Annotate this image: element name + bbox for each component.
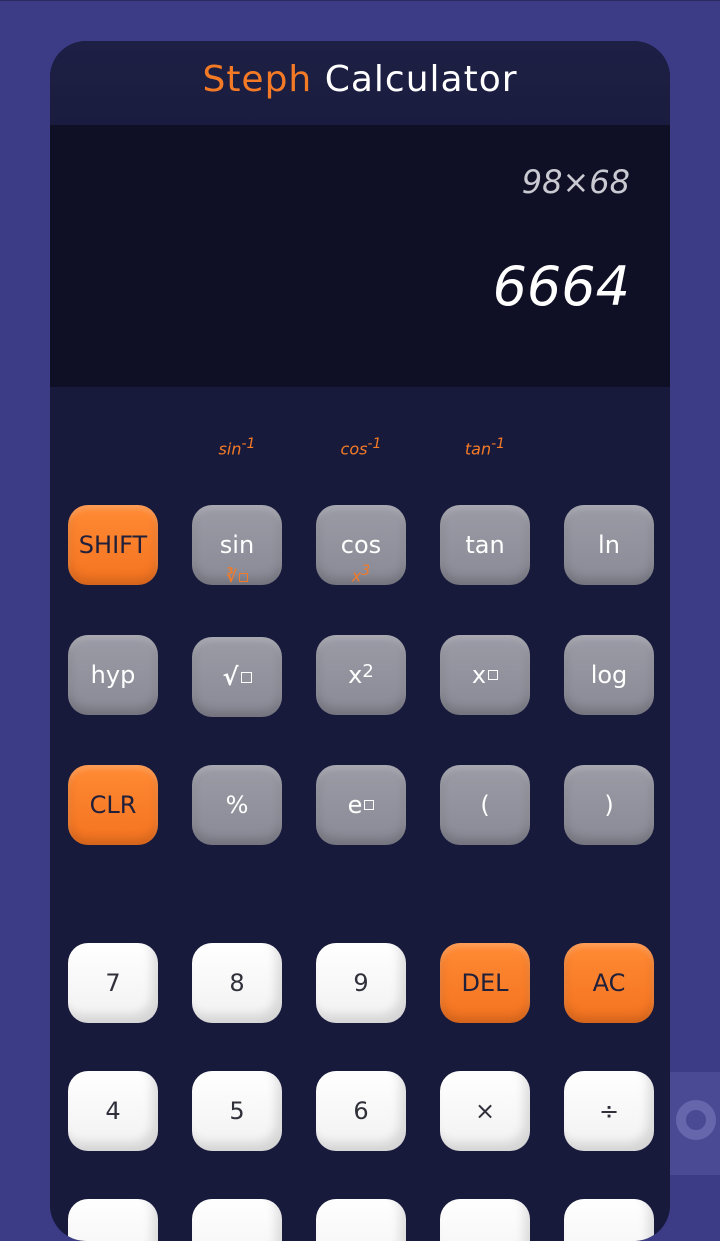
digit-8-button[interactable]: 8: [192, 943, 282, 1023]
key-row6-2[interactable]: [192, 1199, 282, 1241]
label-arccos: cos-1: [340, 436, 382, 459]
digit-4-button[interactable]: 4: [68, 1071, 158, 1151]
shift-button[interactable]: SHIFT: [68, 505, 158, 585]
keypad: sin-1 cos-1 tan-1 SHIFT sin cos tan ln ∛…: [50, 387, 670, 1241]
digit-5-button[interactable]: 5: [192, 1071, 282, 1151]
ring-icon: [676, 1100, 716, 1140]
clr-button[interactable]: CLR: [68, 765, 158, 845]
title-accent: Steph: [202, 59, 313, 100]
key-row6-4[interactable]: [440, 1199, 530, 1241]
calculator: Steph Calculator 98×68 6664 sin-1 cos-1 …: [50, 41, 670, 1241]
all-clear-button[interactable]: AC: [564, 943, 654, 1023]
key-row6-1[interactable]: [68, 1199, 158, 1241]
log-button[interactable]: log: [564, 635, 654, 715]
label-cube-root: ∛: [192, 567, 282, 586]
top-border: [0, 0, 720, 1]
digit-6-button[interactable]: 6: [316, 1071, 406, 1151]
floating-widget[interactable]: [670, 1072, 720, 1175]
label-cube: x3: [351, 563, 371, 586]
percent-button[interactable]: %: [192, 765, 282, 845]
key-row6-5[interactable]: [564, 1199, 654, 1241]
title-rest: Calculator: [324, 59, 518, 100]
square-button[interactable]: x2: [316, 635, 406, 715]
header: Steph Calculator: [50, 41, 670, 125]
tan-button[interactable]: tan: [440, 505, 530, 585]
hyp-button[interactable]: hyp: [68, 635, 158, 715]
key-row6-3[interactable]: [316, 1199, 406, 1241]
result-readout: 6664: [492, 255, 630, 318]
label-arctan: tan-1: [464, 436, 506, 459]
app-title: Steph Calculator: [50, 59, 670, 100]
power-button[interactable]: x: [440, 635, 530, 715]
placeholder-box-icon: [240, 671, 252, 683]
expression-readout: 98×68: [521, 163, 630, 201]
digit-7-button[interactable]: 7: [68, 943, 158, 1023]
sqrt-button[interactable]: √: [192, 637, 282, 717]
left-paren-button[interactable]: (: [440, 765, 530, 845]
multiply-button[interactable]: ×: [440, 1071, 530, 1151]
placeholder-box-icon: [364, 800, 375, 810]
digit-9-button[interactable]: 9: [316, 943, 406, 1023]
right-paren-button[interactable]: ): [564, 765, 654, 845]
delete-button[interactable]: DEL: [440, 943, 530, 1023]
display: 98×68 6664: [50, 125, 670, 387]
ln-button[interactable]: ln: [564, 505, 654, 585]
exp-button[interactable]: e: [316, 765, 406, 845]
divide-button[interactable]: ÷: [564, 1071, 654, 1151]
placeholder-box-icon: [238, 573, 248, 582]
placeholder-box-icon: [488, 670, 499, 680]
label-arcsin: sin-1: [218, 436, 256, 459]
